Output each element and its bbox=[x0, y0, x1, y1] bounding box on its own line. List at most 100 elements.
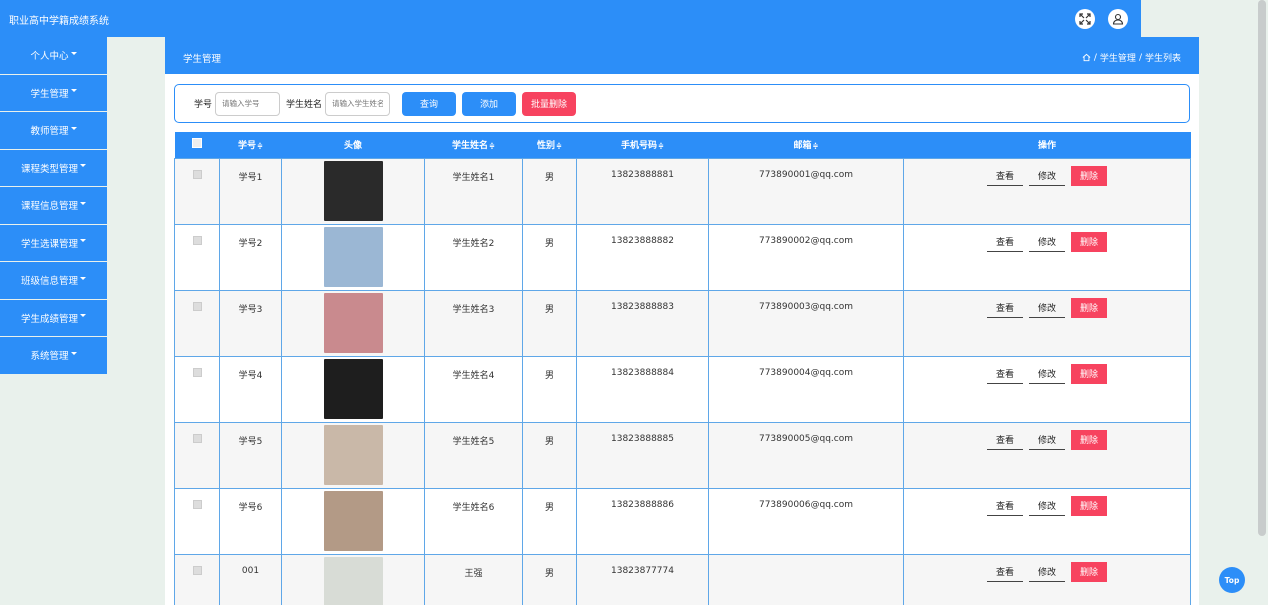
view-button[interactable]: 查看 bbox=[987, 496, 1023, 516]
delete-button[interactable]: 删除 bbox=[1071, 495, 1107, 516]
edit-button[interactable]: 修改 bbox=[1029, 364, 1065, 384]
delete-button[interactable]: 删除 bbox=[1071, 231, 1107, 252]
actions-cell: 查看 修改 删除 bbox=[903, 157, 1191, 225]
sidebar-item-label: 学生选课管理 bbox=[20, 238, 78, 250]
view-button[interactable]: 查看 bbox=[987, 232, 1023, 252]
sidebar-item-class-info-management[interactable]: 班级信息管理 bbox=[0, 262, 107, 300]
delete-button[interactable]: 删除 bbox=[1071, 165, 1107, 186]
batch-delete-button[interactable]: 批量删除 bbox=[522, 91, 577, 116]
avatar bbox=[323, 424, 383, 485]
page-header: 学生管理 / 学生管理 / 学生列表 bbox=[165, 37, 1199, 74]
sidebar-item-label: 教师管理 bbox=[30, 126, 69, 138]
view-button[interactable]: 查看 bbox=[987, 166, 1023, 186]
row-checkbox[interactable] bbox=[192, 169, 202, 179]
breadcrumb-item-student-list: 学生列表 bbox=[1144, 54, 1181, 64]
app-title: 职业高中学籍成绩系统 bbox=[9, 16, 109, 27]
edit-button[interactable]: 修改 bbox=[1029, 298, 1065, 318]
column-header-label: 性别 bbox=[537, 141, 556, 152]
edit-button[interactable]: 修改 bbox=[1029, 496, 1065, 516]
caret-down-icon bbox=[80, 164, 86, 168]
column-header-student-name[interactable]: 学生姓名≑ bbox=[424, 132, 523, 158]
sidebar-item-personal-center[interactable]: 个人中心 bbox=[0, 37, 107, 75]
edit-button[interactable]: 修改 bbox=[1029, 430, 1065, 450]
user-icon[interactable] bbox=[1108, 9, 1128, 29]
email-cell bbox=[708, 553, 904, 605]
page-scrollbar[interactable] bbox=[1258, 0, 1266, 536]
view-button[interactable]: 查看 bbox=[987, 364, 1023, 384]
avatar bbox=[323, 556, 383, 605]
sidebar-item-system-management[interactable]: 系统管理 bbox=[0, 337, 107, 375]
avatar-cell bbox=[281, 487, 425, 555]
expand-icon[interactable] bbox=[1075, 9, 1095, 29]
student-id-input[interactable] bbox=[215, 91, 281, 116]
email-cell: 773890003@qq.com bbox=[708, 289, 904, 357]
sidebar-item-course-selection-management[interactable]: 学生选课管理 bbox=[0, 224, 107, 262]
table-row: 学号2 学生姓名2 男 13823888882 773890002@qq.com 查看 修改… bbox=[174, 223, 1191, 291]
column-header-student-id[interactable]: 学号≑ bbox=[219, 132, 282, 158]
row-checkbox[interactable] bbox=[192, 367, 202, 377]
edit-button[interactable]: 修改 bbox=[1029, 562, 1065, 582]
sidebar-item-score-management[interactable]: 学生成绩管理 bbox=[0, 299, 107, 337]
table-row: 学号1 学生姓名1 男 13823888881 773890001@qq.com 查看 修改… bbox=[174, 157, 1191, 225]
table-header-row: 学号≑ 头像 学生姓名≑ 性别≑ 手机号码≑ 邮箱≑ 操作 bbox=[174, 132, 1191, 158]
page-title: 学生管理 bbox=[183, 54, 222, 65]
column-header-label: 操作 bbox=[1037, 141, 1056, 152]
row-checkbox[interactable] bbox=[192, 499, 202, 509]
phone-cell: 13823888883 bbox=[576, 289, 709, 357]
sidebar: 个人中心 学生管理 教师管理 课程类型管理 课程信息管理 学生选课管理 班级信息… bbox=[0, 37, 107, 375]
avatar bbox=[323, 490, 383, 551]
phone-cell: 13823888881 bbox=[576, 157, 709, 225]
student-name-input[interactable] bbox=[325, 91, 391, 116]
caret-down-icon bbox=[80, 239, 86, 243]
select-all-header[interactable] bbox=[174, 132, 220, 158]
column-header-phone[interactable]: 手机号码≑ bbox=[576, 132, 709, 158]
student-name-cell: 学生姓名5 bbox=[424, 421, 523, 489]
view-button[interactable]: 查看 bbox=[987, 298, 1023, 318]
sidebar-item-label: 课程信息管理 bbox=[20, 201, 78, 213]
email-cell: 773890006@qq.com bbox=[708, 487, 904, 555]
sidebar-item-course-info-management[interactable]: 课程信息管理 bbox=[0, 187, 107, 225]
sidebar-item-course-type-management[interactable]: 课程类型管理 bbox=[0, 149, 107, 187]
sort-icon[interactable]: ≑ bbox=[658, 142, 664, 150]
row-checkbox[interactable] bbox=[192, 565, 202, 575]
sort-icon[interactable]: ≑ bbox=[257, 142, 263, 150]
sort-icon[interactable]: ≑ bbox=[556, 142, 562, 150]
gender-cell: 男 bbox=[522, 553, 577, 605]
delete-button[interactable]: 删除 bbox=[1071, 429, 1107, 450]
row-checkbox[interactable] bbox=[192, 235, 202, 245]
avatar bbox=[323, 292, 383, 353]
breadcrumb-item-student-management[interactable]: 学生管理 bbox=[1100, 51, 1136, 64]
sidebar-item-student-management[interactable]: 学生管理 bbox=[0, 74, 107, 112]
select-all-checkbox[interactable] bbox=[192, 138, 202, 149]
delete-button[interactable]: 删除 bbox=[1071, 561, 1107, 582]
delete-button[interactable]: 删除 bbox=[1071, 297, 1107, 318]
sort-icon[interactable]: ≑ bbox=[813, 142, 819, 150]
student-name-cell: 学生姓名6 bbox=[424, 487, 523, 555]
table-row: 学号5 学生姓名5 男 13823888885 773890005@qq.com 查看 修改… bbox=[174, 421, 1191, 489]
column-header-email[interactable]: 邮箱≑ bbox=[708, 132, 904, 158]
add-button[interactable]: 添加 bbox=[462, 91, 517, 116]
breadcrumb-separator: / bbox=[1138, 52, 1142, 63]
query-button[interactable]: 查询 bbox=[402, 91, 457, 116]
sidebar-item-teacher-management[interactable]: 教师管理 bbox=[0, 112, 107, 150]
row-checkbox[interactable] bbox=[192, 433, 202, 443]
main-panel: 学生管理 / 学生管理 / 学生列表 学号 学生姓名 查询 添加 批量删除 学号… bbox=[165, 37, 1199, 605]
column-header-label: 学号 bbox=[238, 141, 257, 152]
row-checkbox[interactable] bbox=[192, 301, 202, 311]
email-cell: 773890002@qq.com bbox=[708, 223, 904, 291]
column-header-gender[interactable]: 性别≑ bbox=[522, 132, 577, 158]
edit-button[interactable]: 修改 bbox=[1029, 166, 1065, 186]
table-row: 学号4 学生姓名4 男 13823888884 773890004@qq.com 查看 修改… bbox=[174, 355, 1191, 423]
email-cell: 773890004@qq.com bbox=[708, 355, 904, 423]
column-header-label: 邮箱 bbox=[793, 141, 812, 152]
delete-button[interactable]: 删除 bbox=[1071, 363, 1107, 384]
back-to-top-button[interactable]: Top bbox=[1219, 567, 1245, 593]
view-button[interactable]: 查看 bbox=[987, 562, 1023, 582]
sort-icon[interactable]: ≑ bbox=[489, 142, 495, 150]
student-id-label: 学号 bbox=[194, 100, 213, 110]
row-select-cell bbox=[174, 289, 220, 357]
caret-down-icon bbox=[80, 314, 86, 318]
view-button[interactable]: 查看 bbox=[987, 430, 1023, 450]
edit-button[interactable]: 修改 bbox=[1029, 232, 1065, 252]
home-icon[interactable] bbox=[1082, 53, 1091, 62]
